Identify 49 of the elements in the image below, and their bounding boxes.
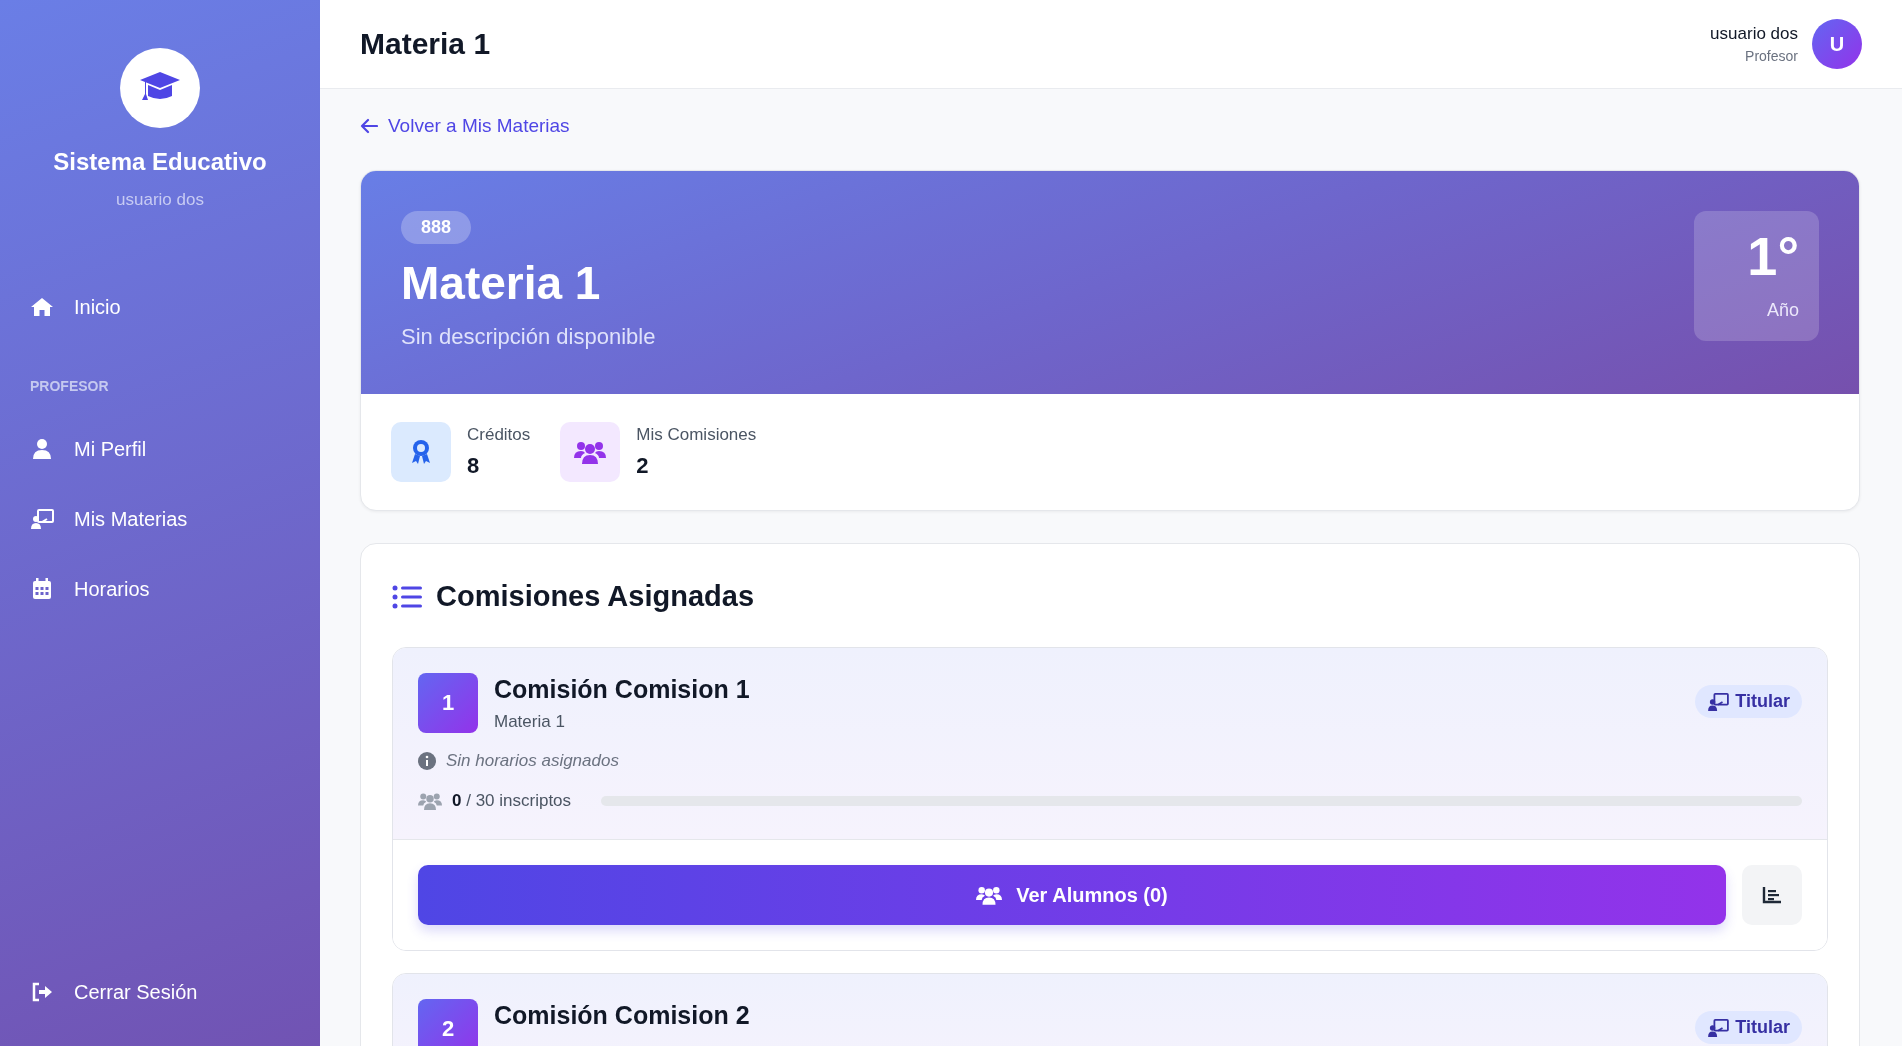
user-name: usuario dos bbox=[1710, 24, 1798, 44]
sidebar-user-name: usuario dos bbox=[116, 190, 204, 210]
app-title: Sistema Educativo bbox=[53, 148, 267, 176]
page-title: Materia 1 bbox=[360, 27, 491, 61]
section-title: Comisiones Asignadas bbox=[436, 580, 754, 613]
commission-title: Comisión Comision 1 bbox=[494, 675, 751, 704]
nav-item[interactable]: Inicio bbox=[0, 278, 320, 336]
subject-description: Sin descripción disponible bbox=[401, 324, 656, 350]
view-students-button[interactable]: Ver Alumnos (0) bbox=[418, 865, 1726, 925]
commission-subject: Materia 1 bbox=[494, 712, 566, 732]
list-icon bbox=[392, 584, 422, 609]
enrollment-count: 0 / 30 inscriptos bbox=[452, 791, 572, 811]
nav-item[interactable]: Mis Materias bbox=[0, 484, 320, 554]
user-icon bbox=[30, 437, 54, 461]
award-icon bbox=[391, 422, 451, 482]
logout-icon bbox=[30, 980, 54, 1004]
user-role: Profesor bbox=[1744, 48, 1798, 64]
teacher-board-icon bbox=[1707, 692, 1730, 711]
user-avatar[interactable]: U bbox=[1812, 19, 1862, 69]
year-label: Año bbox=[1766, 300, 1799, 322]
stat-label: Créditos bbox=[467, 425, 531, 445]
nav-section-label: PROFESOR bbox=[29, 377, 110, 396]
users-icon bbox=[418, 792, 442, 810]
role-badge: Titular bbox=[1695, 1011, 1802, 1044]
role-badge: Titular bbox=[1695, 685, 1802, 718]
logout-link[interactable]: Cerrar Sesión bbox=[0, 962, 320, 1022]
commission-number-badge: 2 bbox=[418, 999, 478, 1046]
subject-code-badge: 888 bbox=[401, 211, 472, 244]
commission-number-badge: 1 bbox=[418, 673, 478, 733]
nav-item[interactable]: Horarios bbox=[0, 554, 320, 624]
users-icon bbox=[560, 422, 621, 482]
bar-chart-icon bbox=[1762, 886, 1782, 904]
stat-label: Mis Comisiones bbox=[636, 425, 757, 445]
teacher-board-icon bbox=[30, 507, 54, 531]
schedule-note: Sin horarios asignados bbox=[446, 751, 619, 771]
calendar-icon bbox=[30, 577, 54, 601]
stat-value: 8 bbox=[467, 453, 481, 479]
teacher-board-icon bbox=[1707, 1018, 1730, 1037]
back-link[interactable]: Volver a Mis Materias bbox=[360, 115, 570, 137]
stats-button[interactable] bbox=[1742, 865, 1802, 925]
stat-value: 2 bbox=[636, 453, 650, 479]
nav-item[interactable]: Mi Perfil bbox=[0, 414, 320, 484]
commission-title: Comisión Comision 2 bbox=[494, 1001, 751, 1030]
subject-title: Materia 1 bbox=[401, 256, 602, 310]
info-icon bbox=[418, 752, 436, 770]
arrow-left-icon bbox=[360, 118, 378, 134]
home-icon bbox=[30, 295, 54, 319]
users-icon bbox=[976, 885, 1003, 905]
year-value: 1° bbox=[1747, 227, 1799, 287]
